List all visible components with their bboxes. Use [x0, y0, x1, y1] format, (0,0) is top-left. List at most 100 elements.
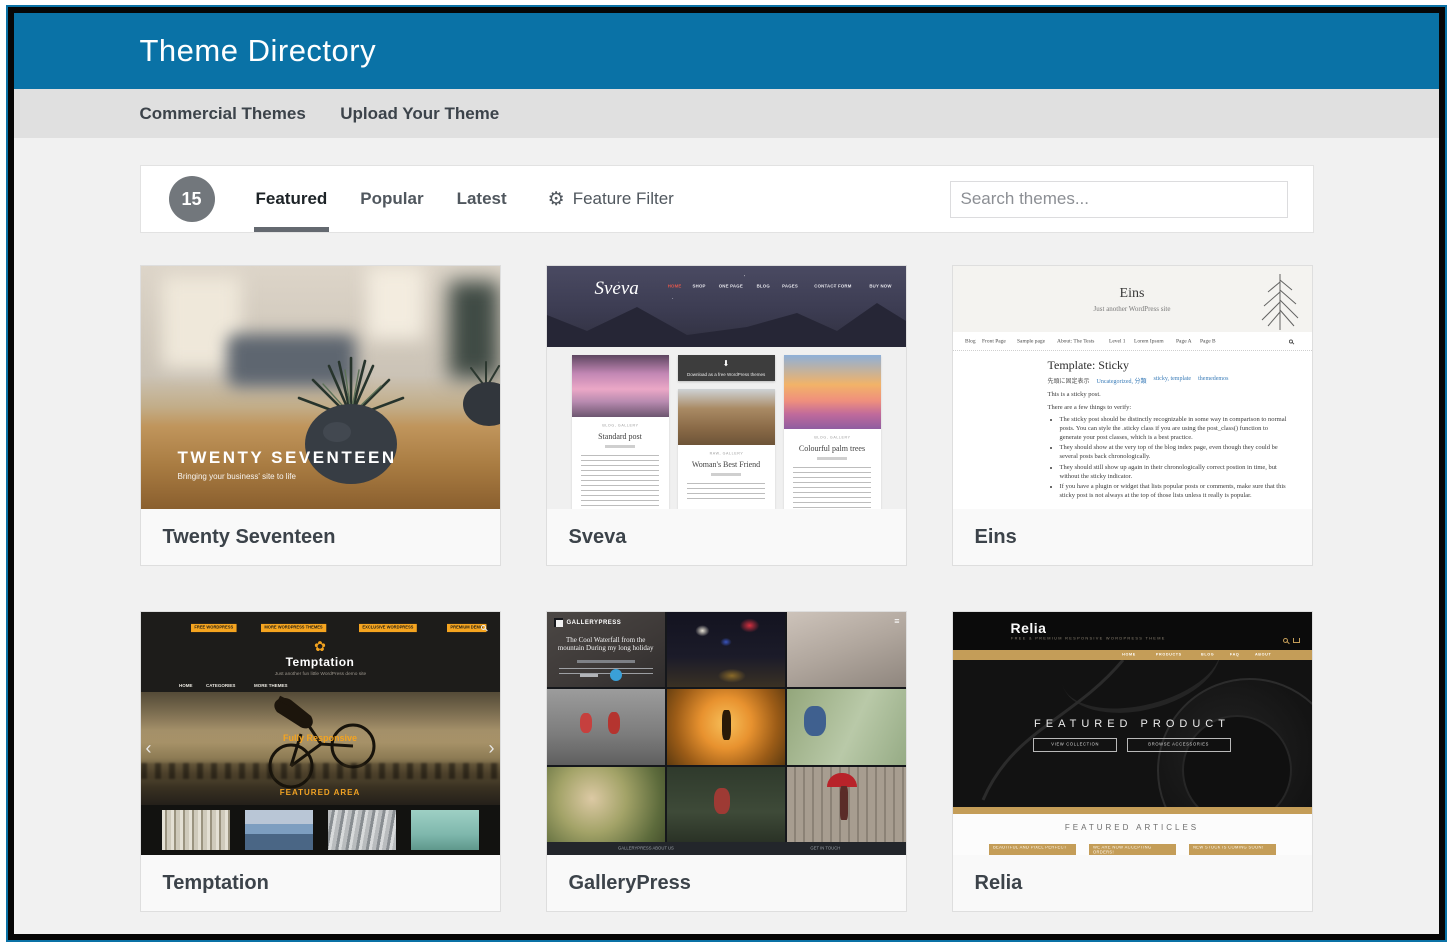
red-umbrella-shape — [827, 773, 857, 787]
header-button: FREE WORDPRESS — [191, 624, 237, 632]
post-title: Standard post — [572, 432, 669, 441]
sweater-portrait-photo: ≡ — [787, 612, 905, 687]
articles-title: FEATURED ARTICLES — [953, 823, 1312, 832]
temptation-nav: HOME CATEGORIES MORE THEMES — [179, 683, 299, 689]
eins-preview: Eins Just another WordPress site — [953, 266, 1312, 509]
nav-item: CONTACT FORM — [814, 285, 851, 289]
theme-name: Eins — [953, 509, 1312, 565]
theme-count-badge: 15 — [169, 176, 215, 222]
tab-featured[interactable]: Featured — [254, 166, 330, 232]
theme-name: Sveva — [547, 509, 906, 565]
theme-card-eins[interactable]: Eins Just another WordPress site — [952, 265, 1313, 566]
post-card: RAW, GALLERY Woman's Best Friend — [678, 389, 775, 509]
theme-name: Twenty Seventeen — [141, 509, 500, 565]
nav-item: MORE THEMES — [254, 684, 288, 689]
search-input[interactable] — [950, 181, 1288, 218]
relia-preview: Relia FREE & PREMIUM RESPONSIVE WORDPRES… — [953, 612, 1312, 855]
sunset-walk-photo — [667, 689, 785, 764]
featured-post-tile: GALLERYPRESS The Cool Waterfall from the… — [547, 612, 665, 687]
theme-card-gallerypress[interactable]: GALLERYPRESS The Cool Waterfall from the… — [546, 611, 907, 912]
forest-thumb — [162, 810, 230, 850]
download-icon: ⬇ — [723, 359, 730, 368]
mountain-silhouette — [547, 297, 906, 347]
nav-item: Blog — [965, 338, 976, 344]
theme-screenshot[interactable]: Relia FREE & PREMIUM RESPONSIVE WORDPRES… — [953, 612, 1312, 855]
overlay-headline: TWENTY SEVENTEEN — [178, 448, 397, 468]
figure-silhouette — [840, 786, 848, 820]
theme-screenshot[interactable]: GALLERYPRESS The Cool Waterfall from the… — [547, 612, 906, 855]
nav-item: Sample page — [1017, 338, 1045, 344]
feature-filter-button[interactable]: ⚙ Feature Filter — [548, 166, 674, 232]
tab-latest[interactable]: Latest — [455, 166, 509, 232]
gold-divider — [953, 807, 1312, 814]
palm-trees-photo — [784, 355, 881, 429]
slider-next-icon: › — [489, 739, 495, 757]
figure-silhouette — [722, 710, 731, 740]
nav-commercial-themes[interactable]: Commercial Themes — [140, 104, 306, 123]
post-excerpt — [793, 467, 871, 509]
header-button: MORE WORDPRESS THEMES — [261, 624, 326, 632]
post-date — [817, 457, 847, 460]
post-title: Colourful palm trees — [784, 444, 881, 453]
post-excerpt — [581, 455, 659, 509]
post-meta — [577, 660, 635, 663]
nav-item: HOME — [1122, 653, 1136, 657]
nav-item: About: The Tests — [1057, 338, 1094, 344]
cart-icon — [1293, 638, 1300, 643]
gallerypress-footer: GALLERYPRESS ABOUT US GET IN TOUCH — [547, 842, 906, 855]
post-card: BLOG, GALLERY Standard post — [572, 355, 669, 509]
overlay-tagline: Bringing your business' site to life — [178, 472, 397, 481]
feature-filter-label: Feature Filter — [573, 189, 674, 209]
post-categories: RAW, GALLERY — [697, 452, 755, 456]
theme-card-temptation[interactable]: FREE WORDPRESS MORE WORDPRESS THEMES EXC… — [140, 611, 501, 912]
search-icon — [481, 625, 486, 630]
hero-title: FEATURED PRODUCT — [953, 718, 1312, 730]
relia-site-header: Relia FREE & PREMIUM RESPONSIVE WORDPRES… — [953, 612, 1312, 650]
post-title: Template: Sticky — [1048, 358, 1290, 373]
article-button: BEAUTIFUL AND PIXEL PERFECT — [989, 844, 1076, 855]
theme-screenshot[interactable]: TWENTY SEVENTEEN Bringing your business'… — [141, 266, 500, 509]
forest-portrait-photo — [547, 767, 665, 842]
red-coat-shape — [580, 713, 592, 733]
post-meta: 先頭に固定表示 Uncategorized, 分類 sticky, templa… — [1048, 376, 1290, 385]
content-area: 15 Featured Popular Latest ⚙ Feature Fil… — [14, 165, 1439, 912]
theme-screenshot[interactable]: Eins Just another WordPress site — [953, 266, 1312, 509]
post-excerpt — [687, 483, 765, 503]
tab-popular[interactable]: Popular — [358, 166, 425, 232]
twentyseventeen-preview: TWENTY SEVENTEEN Bringing your business'… — [141, 266, 500, 509]
gallerypress-logo: GALLERYPRESS — [554, 618, 622, 627]
headphones-hero: FEATURED PRODUCT VIEW COLLECTION BROWSE … — [953, 660, 1312, 807]
theme-card-twenty-seventeen[interactable]: TWENTY SEVENTEEN Bringing your business'… — [140, 265, 501, 566]
theme-card-sveva[interactable]: Sveva HOME SHOP ONE PAGE BLOG PAGES CONT… — [546, 265, 907, 566]
nav-item: BLOG — [1202, 653, 1215, 657]
slide-caption: Fully Responsive — [141, 733, 500, 743]
footer-right-text: GET IN TOUCH — [810, 846, 840, 850]
logo-text: GALLERYPRESS — [567, 620, 622, 626]
meta-categories: Uncategorized, 分類 — [1097, 376, 1147, 385]
theme-screenshot[interactable]: FREE WORDPRESS MORE WORDPRESS THEMES EXC… — [141, 612, 500, 855]
nav-item: Lorem Ipsum — [1134, 338, 1164, 344]
nav-upload-your-theme[interactable]: Upload Your Theme — [340, 104, 499, 123]
featured-articles-section: FEATURED ARTICLES BEAUTIFUL AND PIXEL PE… — [953, 814, 1312, 855]
featured-area-label: FEATURED AREA — [141, 788, 500, 797]
hero-button: BROWSE ACCESSORIES — [1127, 738, 1230, 752]
post-paragraph: This is a sticky post. — [1048, 391, 1290, 398]
bullet-item: They should still show up again in their… — [1060, 464, 1290, 482]
sveva-posts: BLOG, GALLERY Standard post ⬇ — [547, 355, 906, 509]
post-title: The Cool Waterfall from the mountain Dur… — [555, 636, 657, 652]
plaid-shirt-shape — [714, 788, 730, 814]
waterfall-thumb — [328, 810, 396, 850]
theme-name: Relia — [953, 855, 1312, 911]
download-banner: ⬇ Download as a free WordPress themes — [678, 355, 775, 381]
post-excerpt — [559, 668, 653, 678]
meta-author: themedemos — [1198, 376, 1228, 385]
post-date — [711, 473, 741, 476]
search-icon — [1283, 638, 1288, 643]
nav-item: HOME — [668, 285, 682, 289]
theme-card-relia[interactable]: Relia FREE & PREMIUM RESPONSIVE WORDPRES… — [952, 611, 1313, 912]
theme-grid: TWENTY SEVENTEEN Bringing your business'… — [140, 265, 1314, 912]
bullet-item: If you have a plugin or widget that list… — [1060, 483, 1290, 501]
theme-screenshot[interactable]: Sveva HOME SHOP ONE PAGE BLOG PAGES CONT… — [547, 266, 906, 509]
download-text: Download as a free WordPress themes — [687, 372, 765, 377]
nav-item: BUY NOW — [869, 285, 891, 289]
